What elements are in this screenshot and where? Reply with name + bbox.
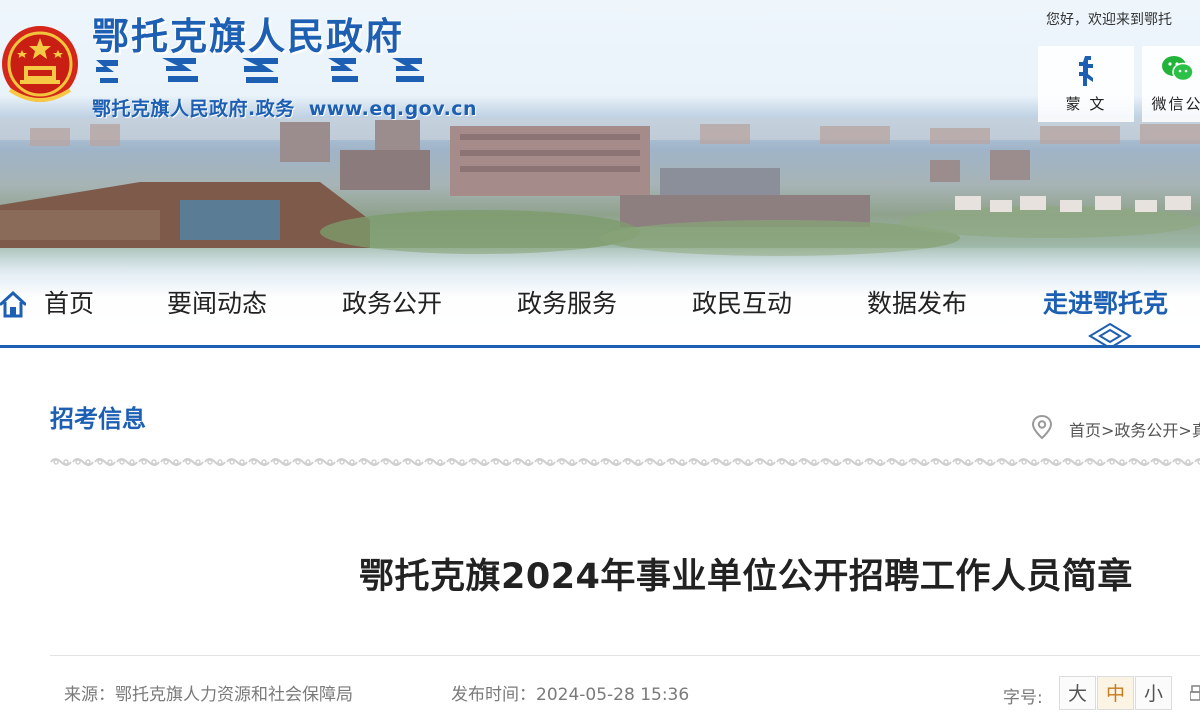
- site-subtitle-line: 鄂托克旗人民政府.政务 www.eq.gov.cn: [92, 94, 477, 121]
- national-emblem-logo: [2, 26, 78, 102]
- font-size-medium-button[interactable]: 中: [1097, 676, 1134, 710]
- mongolian-version-label: 蒙 文: [1065, 95, 1107, 113]
- article-source: 来源：鄂托克旗人力资源和社会保障局: [64, 685, 353, 705]
- mongolian-script-icon: [1079, 56, 1093, 86]
- nav-item-data-release[interactable]: 数据发布: [867, 282, 967, 330]
- nav-item-interaction[interactable]: 政民互动: [692, 282, 792, 330]
- wechat-label: 微信公: [1151, 95, 1200, 113]
- font-size-label: 字号:: [1003, 688, 1043, 708]
- ornamental-divider: [50, 455, 1200, 469]
- breadcrumb-text[interactable]: 首页>政务公开>真: [1069, 417, 1200, 441]
- mongolian-site-title-logo: [96, 58, 424, 83]
- site-title: 鄂托克旗人民政府: [92, 15, 404, 58]
- print-icon[interactable]: [1190, 683, 1200, 705]
- article-title: 鄂托克旗2024年事业单位公开招聘工作人员简章: [359, 557, 1133, 597]
- wechat-link[interactable]: 微信公: [1142, 46, 1200, 122]
- wechat-icon: [1162, 56, 1194, 82]
- mongolian-version-link[interactable]: 蒙 文: [1038, 46, 1134, 122]
- site-url: www.eq.gov.cn: [308, 98, 478, 120]
- font-size-large-button[interactable]: 大: [1059, 676, 1096, 710]
- nav-item-gov-services[interactable]: 政务服务: [517, 282, 617, 330]
- main-navigation: 首页 要闻动态 政务公开 政务服务 政民互动 数据发布 走进鄂托克: [0, 282, 1200, 346]
- site-subtitle: 鄂托克旗人民政府.政务: [92, 98, 295, 120]
- nav-bottom-line: [0, 345, 1200, 348]
- section-title: 招考信息: [50, 405, 146, 433]
- home-icon: [0, 290, 26, 318]
- nav-item-label: 首页: [44, 289, 95, 318]
- nav-item-gov-affairs-public[interactable]: 政务公开: [342, 282, 442, 330]
- nav-item-news[interactable]: 要闻动态: [167, 282, 267, 330]
- welcome-text: 您好，欢迎来到鄂托: [1046, 12, 1172, 28]
- meta-divider: [50, 655, 1200, 656]
- article-publish-time: 发布时间：2024-05-28 15:36: [451, 685, 690, 705]
- font-size-small-button[interactable]: 小: [1135, 676, 1172, 710]
- location-pin-icon: [1031, 414, 1053, 440]
